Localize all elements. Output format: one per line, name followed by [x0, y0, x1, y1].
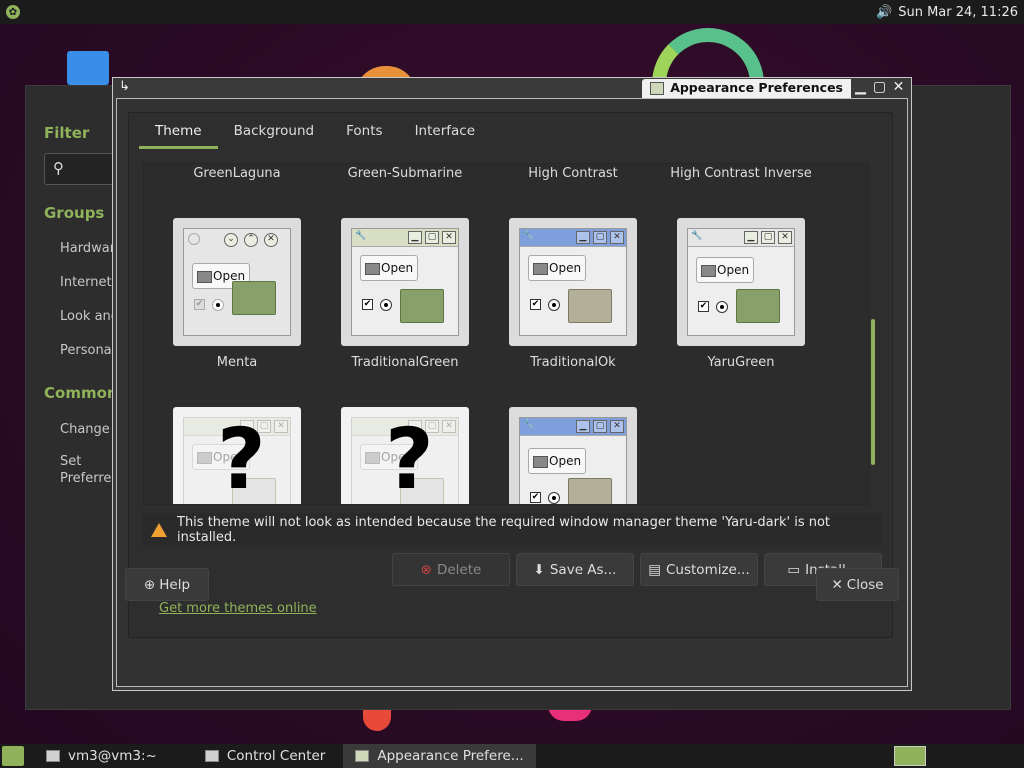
workspace-switcher[interactable]: [894, 746, 926, 766]
preview-open-button: Open: [528, 255, 586, 281]
help-icon: ⊕: [143, 576, 156, 593]
common-tasks-heading: Common Tasks: [44, 384, 116, 402]
menu-logo-icon[interactable]: ✿: [6, 5, 20, 19]
theme-label: TraditionalOk: [530, 355, 616, 370]
customize-button[interactable]: ▤ Customize...: [640, 553, 758, 586]
volume-icon[interactable]: 🔊: [876, 5, 892, 20]
task-change-theme[interactable]: Change Theme: [60, 422, 118, 437]
appearance-icon: [355, 750, 370, 762]
group-internet[interactable]: Internet and Network: [60, 275, 118, 290]
delete-button[interactable]: ⊗ Delete: [392, 553, 510, 586]
theme-thumbnail-missing[interactable]: ▁ ▢ ✕ Open ?: [341, 407, 469, 505]
theme-label: High Contrast Inverse: [670, 166, 812, 181]
title-bar[interactable]: ↳ Appearance Preferences ▁ ▢ ✕: [113, 78, 911, 98]
maximize-button[interactable]: ▢: [872, 79, 887, 95]
folder-icon: ▭: [787, 561, 801, 578]
preview-open-button: Open: [528, 448, 586, 474]
missing-preview-mark: ?: [217, 410, 266, 505]
get-more-themes-link[interactable]: Get more themes online: [159, 601, 317, 616]
delete-icon: ⊗: [420, 561, 432, 578]
groups-heading: Groups: [44, 204, 105, 222]
theme-label: Green-Submarine: [347, 166, 463, 181]
search-input[interactable]: ⚲: [44, 153, 116, 185]
tab-bar: Theme Background Fonts Interface: [139, 113, 491, 149]
preview-open-button: Open: [360, 255, 418, 281]
theme-thumbnail-yarugreen[interactable]: 🔧 ▁ ▢ ✕ Open ✔: [677, 218, 805, 346]
notebook-panel: Theme Background Fonts Interface GreenLa…: [128, 112, 893, 638]
group-personal[interactable]: Personal: [60, 343, 118, 358]
close-window-button[interactable]: ✕: [891, 79, 906, 95]
preview-open-button: Open: [696, 257, 754, 283]
theme-thumbnail-traditionalgreen[interactable]: 🔧 ▁ ▢ ✕ Open ✔: [341, 218, 469, 346]
theme-label: YaruGreen: [707, 355, 775, 370]
system-tray: 🔊 Sun Mar 24, 11:26: [876, 5, 1018, 20]
close-icon: ✕: [831, 576, 843, 593]
close-button[interactable]: ✕ Close: [816, 568, 899, 601]
theme-list-scrollbar[interactable]: [871, 319, 875, 465]
group-hardware[interactable]: Hardware: [60, 241, 118, 256]
theme-thumbnail-menta[interactable]: ⌄ ⌃ ✕ Open ✔: [173, 218, 301, 346]
theme-label: High Contrast: [528, 166, 618, 181]
document-icon: ▤: [648, 561, 661, 578]
app-icon: [650, 82, 665, 95]
theme-thumbnail-traditionalok[interactable]: 🔧 ▁ ▢ ✕ Open ✔: [509, 218, 637, 346]
minimize-button[interactable]: ▁: [853, 79, 868, 95]
window-icon: [204, 750, 219, 762]
task-control-center[interactable]: Control Center: [193, 744, 338, 768]
theme-list[interactable]: GreenLaguna Green-Submarine High Contras…: [143, 163, 869, 505]
desktop-file-icon[interactable]: [67, 51, 109, 85]
theme-label: TraditionalGreen: [351, 355, 459, 370]
theme-label: GreenLaguna: [193, 166, 281, 181]
theme-label: Menta: [216, 355, 258, 370]
warning-bar: This theme will not look as intended bec…: [143, 513, 881, 547]
save-as-button[interactable]: ⬇ Save As...: [516, 553, 634, 586]
window-title: Appearance Preferences: [642, 79, 851, 98]
top-panel: ✿ 🔊 Sun Mar 24, 11:26: [0, 0, 1024, 24]
missing-preview-mark: ?: [385, 410, 434, 505]
filter-heading: Filter: [44, 124, 90, 142]
save-icon: ⬇: [533, 561, 545, 578]
theme-thumbnail[interactable]: 🔧 ▁ ▢ ✕ Open ✔: [509, 407, 637, 504]
terminal-icon: [46, 750, 60, 762]
window-menu-icon[interactable]: ↳: [119, 79, 130, 94]
theme-thumbnail-missing[interactable]: ▁ ▢ ✕ Open ?: [173, 407, 301, 505]
task-appearance-preferences[interactable]: Appearance Prefere...: [343, 744, 536, 768]
tab-background[interactable]: Background: [218, 113, 331, 149]
tab-fonts[interactable]: Fonts: [330, 113, 398, 149]
clock[interactable]: Sun Mar 24, 11:26: [898, 5, 1018, 20]
show-desktop-icon[interactable]: [2, 746, 24, 766]
bottom-panel: vm3@vm3:~ Control Center Appearance Pref…: [0, 744, 1024, 768]
group-look-and-feel[interactable]: Look and Feel: [60, 309, 118, 324]
warning-icon: [151, 523, 167, 537]
tab-interface[interactable]: Interface: [399, 113, 491, 149]
task-preferred-apps[interactable]: Set Preferred Applications: [60, 453, 118, 489]
search-icon: ⚲: [53, 159, 64, 177]
tab-theme[interactable]: Theme: [139, 113, 218, 149]
help-button[interactable]: ⊕ Help: [125, 568, 209, 601]
task-terminal[interactable]: vm3@vm3:~: [34, 744, 169, 768]
warning-text: This theme will not look as intended bec…: [177, 515, 831, 545]
